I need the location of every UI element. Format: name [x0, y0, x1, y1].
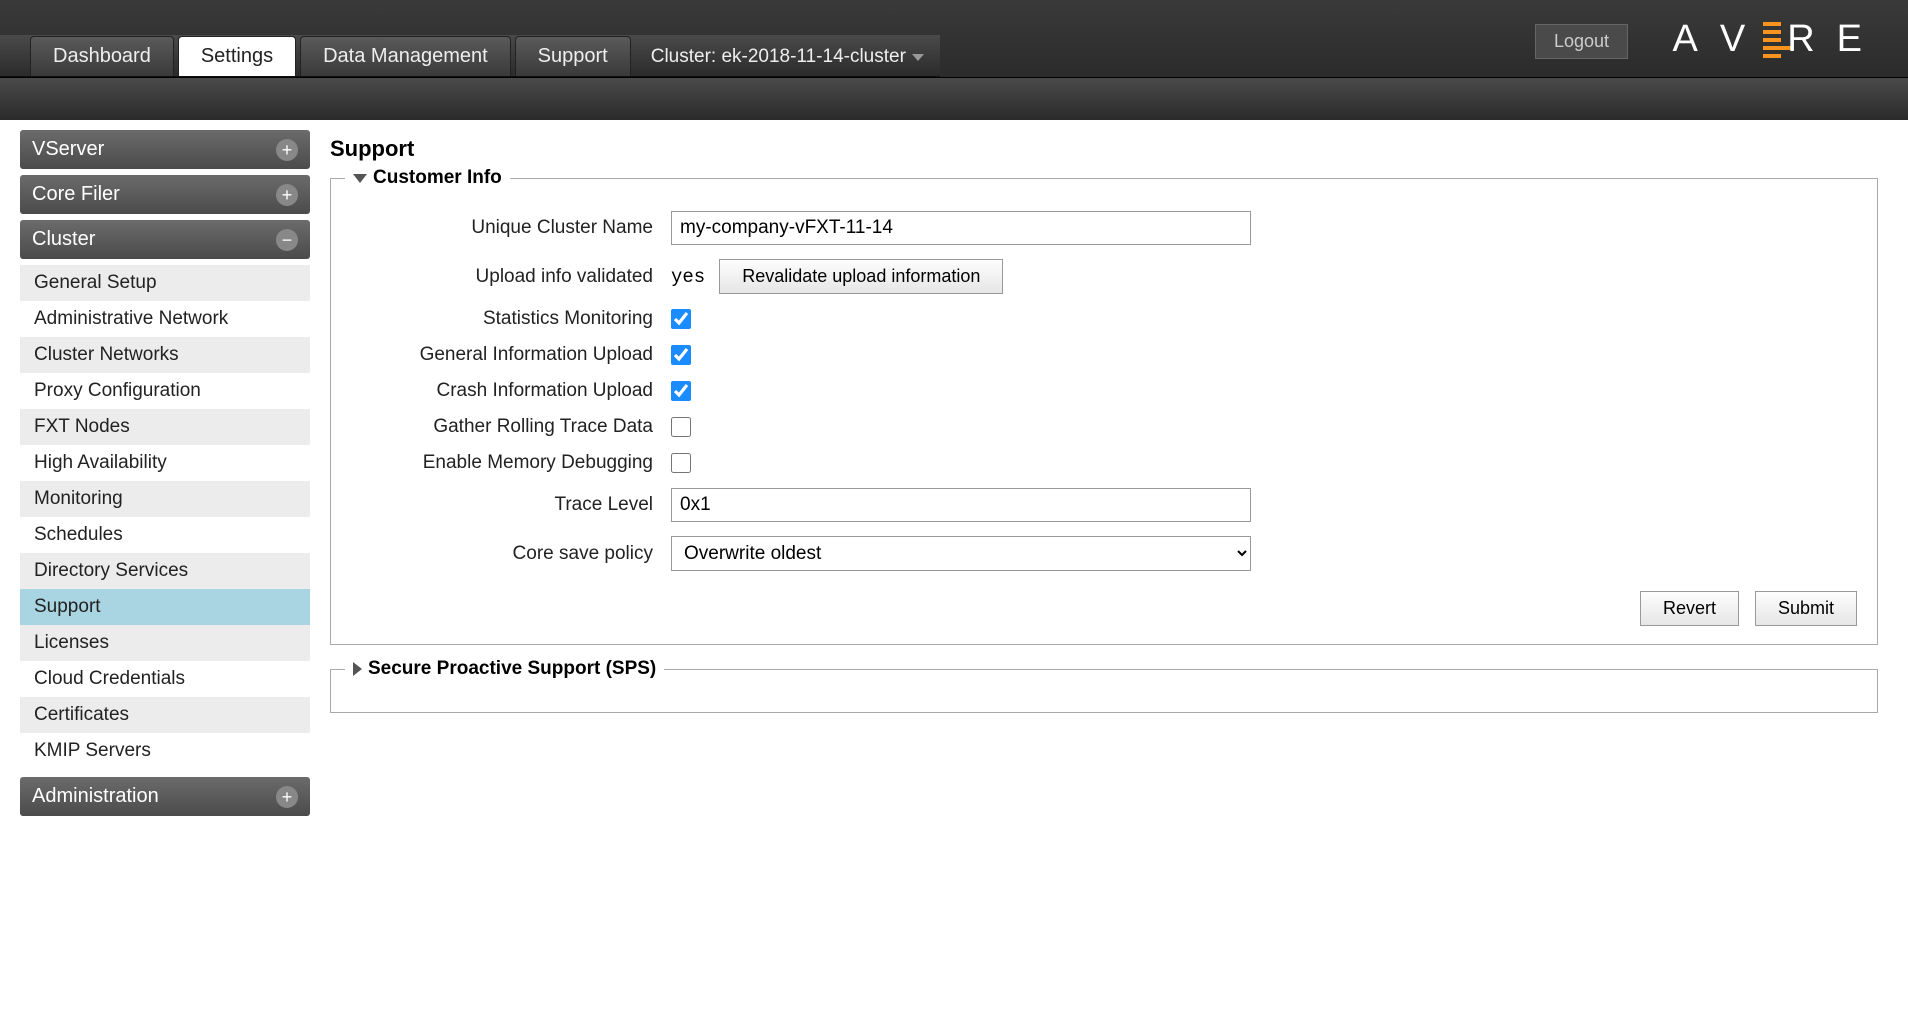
- trace-level-input[interactable]: [671, 488, 1251, 522]
- sidebar-item-monitoring[interactable]: Monitoring: [20, 481, 310, 517]
- sidebar-item-proxy-config[interactable]: Proxy Configuration: [20, 373, 310, 409]
- upload-validated-value: yes: [671, 266, 705, 288]
- label-crash-info-upload: Crash Information Upload: [351, 380, 671, 402]
- label-upload-info-validated: Upload info validated: [351, 266, 671, 288]
- sidebar-section-label: Core Filer: [32, 183, 120, 206]
- tab-bar: Dashboard Settings Data Management Suppo…: [0, 35, 940, 77]
- core-save-policy-select[interactable]: Overwrite oldest: [671, 536, 1251, 571]
- chevron-down-icon: [912, 54, 924, 61]
- label-trace-level: Trace Level: [351, 494, 671, 516]
- revert-button[interactable]: Revert: [1640, 591, 1739, 626]
- triangle-down-icon: [353, 174, 367, 183]
- sidebar-item-directory-services[interactable]: Directory Services: [20, 553, 310, 589]
- label-core-save-policy: Core save policy: [351, 543, 671, 565]
- label-enable-memory-debug: Enable Memory Debugging: [351, 452, 671, 474]
- statistics-monitoring-checkbox[interactable]: [671, 309, 691, 329]
- label-general-info-upload: General Information Upload: [351, 344, 671, 366]
- sidebar-section-administration[interactable]: Administration +: [20, 777, 310, 816]
- sidebar-item-licenses[interactable]: Licenses: [20, 625, 310, 661]
- customer-info-legend[interactable]: Customer Info: [345, 167, 510, 189]
- sidebar-item-fxt-nodes[interactable]: FXT Nodes: [20, 409, 310, 445]
- customer-info-fieldset: Customer Info Unique Cluster Name Upload…: [330, 178, 1878, 645]
- revalidate-button[interactable]: Revalidate upload information: [719, 259, 1003, 294]
- sidebar-item-cluster-networks[interactable]: Cluster Networks: [20, 337, 310, 373]
- label-unique-cluster-name: Unique Cluster Name: [351, 217, 671, 239]
- tab-dashboard[interactable]: Dashboard: [30, 36, 174, 76]
- avere-logo: AV RE: [1672, 18, 1878, 61]
- submit-button[interactable]: Submit: [1755, 591, 1857, 626]
- sidebar-item-general-setup[interactable]: General Setup: [20, 265, 310, 301]
- tab-support[interactable]: Support: [515, 36, 631, 76]
- sidebar-item-admin-network[interactable]: Administrative Network: [20, 301, 310, 337]
- sidebar-section-cluster[interactable]: Cluster −: [20, 220, 310, 259]
- sidebar-section-label: VServer: [32, 138, 104, 161]
- sidebar-item-high-availability[interactable]: High Availability: [20, 445, 310, 481]
- label-gather-rolling-trace: Gather Rolling Trace Data: [351, 416, 671, 438]
- cluster-selector[interactable]: Cluster: ek-2018-11-14-cluster: [635, 38, 940, 76]
- gather-rolling-trace-checkbox[interactable]: [671, 417, 691, 437]
- main-content: Support Customer Info Unique Cluster Nam…: [310, 120, 1908, 822]
- tab-data-management[interactable]: Data Management: [300, 36, 511, 76]
- cluster-label-text: Cluster: ek-2018-11-14-cluster: [651, 46, 906, 68]
- general-info-upload-checkbox[interactable]: [671, 345, 691, 365]
- logout-button[interactable]: Logout: [1535, 24, 1628, 59]
- sidebar-item-kmip-servers[interactable]: KMIP Servers: [20, 733, 310, 769]
- minus-icon: −: [276, 229, 298, 251]
- sidebar-section-vserver[interactable]: VServer +: [20, 130, 310, 169]
- sidebar-cluster-list: General Setup Administrative Network Clu…: [20, 265, 310, 769]
- sidebar-section-label: Cluster: [32, 228, 95, 251]
- plus-icon: +: [276, 184, 298, 206]
- plus-icon: +: [276, 139, 298, 161]
- enable-memory-debug-checkbox[interactable]: [671, 453, 691, 473]
- sidebar-section-core-filer[interactable]: Core Filer +: [20, 175, 310, 214]
- sidebar-item-support[interactable]: Support: [20, 589, 310, 625]
- sidebar-item-schedules[interactable]: Schedules: [20, 517, 310, 553]
- page-title: Support: [330, 136, 1878, 162]
- plus-icon: +: [276, 786, 298, 808]
- label-statistics-monitoring: Statistics Monitoring: [351, 308, 671, 330]
- sidebar: VServer + Core Filer + Cluster − General…: [0, 120, 310, 822]
- sps-fieldset: Secure Proactive Support (SPS): [330, 669, 1878, 713]
- sidebar-item-certificates[interactable]: Certificates: [20, 697, 310, 733]
- tab-settings[interactable]: Settings: [178, 36, 296, 76]
- unique-cluster-name-input[interactable]: [671, 211, 1251, 245]
- crash-info-upload-checkbox[interactable]: [671, 381, 691, 401]
- triangle-right-icon: [353, 662, 362, 676]
- sps-legend[interactable]: Secure Proactive Support (SPS): [345, 658, 664, 680]
- sidebar-item-cloud-credentials[interactable]: Cloud Credentials: [20, 661, 310, 697]
- sidebar-section-label: Administration: [32, 785, 159, 808]
- header-bar: Logout AV RE Dashboard Settings Data Man…: [0, 0, 1908, 78]
